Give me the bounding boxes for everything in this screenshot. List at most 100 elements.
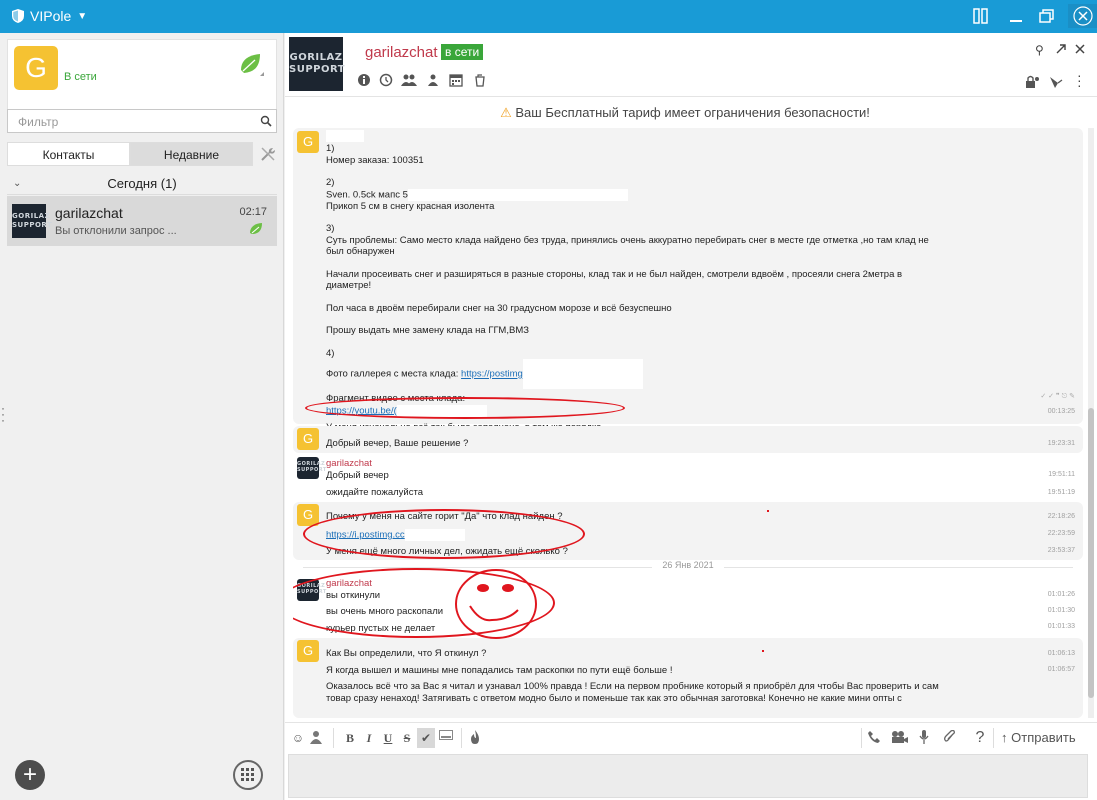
message-time: 19:51:11 — [1048, 471, 1075, 478]
annotation-ellipse — [305, 397, 625, 419]
smiley-drawing — [455, 569, 537, 639]
close-chat-icon[interactable] — [1074, 43, 1086, 55]
trash-icon[interactable] — [473, 73, 487, 87]
send-label: Отправить — [1011, 730, 1076, 745]
scrollbar-thumb[interactable] — [1088, 408, 1094, 698]
lock-icon[interactable] — [1025, 75, 1039, 89]
video-call-icon[interactable] — [891, 730, 911, 746]
chat-panel: GORILAZ SUPPORT garilazchat в сети ⚲ · · ·… — [285, 33, 1097, 800]
message-text: Оказалось всё что за Вас я читал и узнав… — [326, 681, 939, 692]
group-header[interactable]: ⌄ Сегодня (1) — [7, 173, 277, 195]
message-text: 1) Номер заказа: 100351 2) Sven. 0.5ck м… — [326, 143, 929, 433]
secure-leaf-icon — [249, 222, 265, 236]
strike-button[interactable]: S — [400, 730, 414, 746]
gallery-link[interactable]: https://postimg — [461, 369, 523, 380]
tools-icon[interactable] — [260, 146, 276, 162]
search-input[interactable]: Фильтр — [7, 109, 277, 133]
italic-button[interactable]: I — [362, 730, 376, 746]
more-icon[interactable]: · · · — [1077, 68, 1082, 92]
message-time: 19:51:19 — [1047, 489, 1075, 496]
message-text: Я когда вышел и машины мне попадались та… — [326, 664, 673, 676]
shield-icon — [12, 9, 24, 23]
emoji-icon[interactable]: ☺ — [291, 730, 305, 746]
message-time: 22:18:26 — [1047, 513, 1075, 520]
contacts-icon[interactable] — [401, 73, 417, 87]
annotation-ellipse — [303, 509, 585, 559]
message-input[interactable] — [288, 754, 1088, 798]
scrollbar[interactable] — [1088, 128, 1094, 718]
keyboard-icon[interactable] — [439, 730, 453, 746]
paperclip-icon[interactable] — [943, 730, 959, 746]
message-text: Как Вы определили, что Я откинул ? — [326, 648, 487, 659]
sender-redacted — [326, 130, 364, 142]
contact-avatar: GORILAZ SUPPORT — [297, 457, 326, 479]
sticker-icon[interactable] — [309, 730, 323, 746]
message-text: ожидайте пожалуйста — [326, 487, 423, 498]
add-button[interactable]: + — [15, 760, 45, 790]
spellcheck-icon[interactable]: ✔ — [417, 728, 435, 748]
sender-name: garilazchat — [326, 458, 372, 469]
layout-toggle-icon[interactable] — [968, 4, 994, 28]
toolbar-divider — [993, 728, 994, 748]
message-time: 22:23:59 — [1047, 530, 1075, 537]
contact-time: 02:17 — [239, 206, 267, 218]
message-time: 00:13:25 — [1047, 408, 1075, 415]
minimize-icon[interactable] — [1003, 4, 1029, 28]
chat-name: garilazchat — [365, 44, 438, 61]
underline-button[interactable]: U — [381, 730, 395, 746]
message-group: G Добрый вечер, Ваше решение ? 19:23:31 — [293, 426, 1083, 453]
avatar: G — [297, 428, 319, 450]
contact-item[interactable]: GORILAZ SUPPORT garilazchat 02:17 Вы отк… — [7, 196, 277, 246]
warning-text: Ваш Бесплатный тариф имеет ограничения б… — [515, 105, 870, 120]
message-group: G Как Вы определили, что Я откинул ? Я к… — [293, 638, 1083, 718]
title-bar: VIPole ▼ — [0, 0, 1097, 33]
avatar: G — [297, 640, 319, 662]
message-time: 19:23:31 — [1047, 440, 1075, 447]
fire-icon[interactable] — [469, 730, 483, 746]
message-text: Добрый вечер, Ваше решение ? — [326, 438, 469, 449]
online-badge: в сети — [441, 44, 484, 60]
avatar: G — [297, 131, 319, 153]
calendar-icon[interactable] — [449, 73, 463, 87]
message-time: 01:01:30 — [1047, 607, 1075, 614]
contact-name: garilazchat — [55, 205, 123, 221]
chevron-down-icon: ▼ — [77, 10, 88, 22]
search-icon[interactable] — [260, 115, 272, 127]
profile-status[interactable]: В сети — [64, 71, 97, 83]
mark-icon[interactable] — [1049, 75, 1063, 89]
bold-button[interactable]: B — [343, 730, 357, 746]
toolbar-divider — [333, 728, 334, 748]
message-list[interactable]: G 1) Номер заказа: 100351 2) Sven. 0.5ck… — [293, 128, 1083, 718]
message-group: GORILAZ SUPPORT garilazchat Добрый вечер… — [293, 455, 1083, 500]
panel-resize-handle[interactable]: · · · — [1, 402, 5, 426]
profile-name-redacted — [64, 44, 130, 64]
security-leaf-icon[interactable] — [238, 52, 266, 78]
restore-icon[interactable] — [1033, 4, 1059, 28]
undock-icon[interactable] — [1055, 43, 1067, 55]
tab-recent[interactable]: Недавние — [130, 142, 253, 166]
info-icon[interactable] — [357, 73, 371, 87]
pin-icon[interactable]: ⚲ — [1035, 43, 1044, 57]
chat-avatar[interactable]: GORILAZ SUPPORT — [289, 37, 345, 91]
message-text: товар сразу ненаход! Затягивать с ответо… — [326, 692, 902, 704]
avatar[interactable]: G — [14, 46, 58, 90]
contact-avatar: GORILAZ SUPPORT — [12, 204, 52, 238]
tab-contacts[interactable]: Контакты — [7, 142, 130, 166]
message-time: 01:01:26 — [1047, 591, 1075, 598]
send-button[interactable]: ↑ Отправить — [1001, 730, 1087, 746]
help-icon[interactable]: ? — [973, 730, 987, 746]
phone-icon[interactable] — [867, 730, 885, 746]
message-time: 01:06:57 — [1047, 666, 1075, 673]
left-panel: G В сети Фильтр Контакты Недавние ⌄ Сего… — [0, 33, 284, 800]
toolbar-divider — [861, 728, 862, 748]
history-icon[interactable] — [379, 73, 393, 87]
chevron-down-icon: ⌄ — [13, 178, 22, 189]
message-time: 01:01:33 — [1047, 623, 1075, 630]
close-icon[interactable] — [1068, 4, 1097, 28]
group-icon[interactable] — [425, 73, 441, 87]
microphone-icon[interactable] — [919, 730, 933, 746]
compose-toolbar: ☺ B I U S ✔ ? ↑ Отправить — [285, 722, 1097, 752]
keypad-button[interactable] — [233, 760, 263, 790]
message-group: G 1) Номер заказа: 100351 2) Sven. 0.5ck… — [293, 128, 1083, 433]
app-menu[interactable]: VIPole ▼ — [12, 8, 87, 24]
